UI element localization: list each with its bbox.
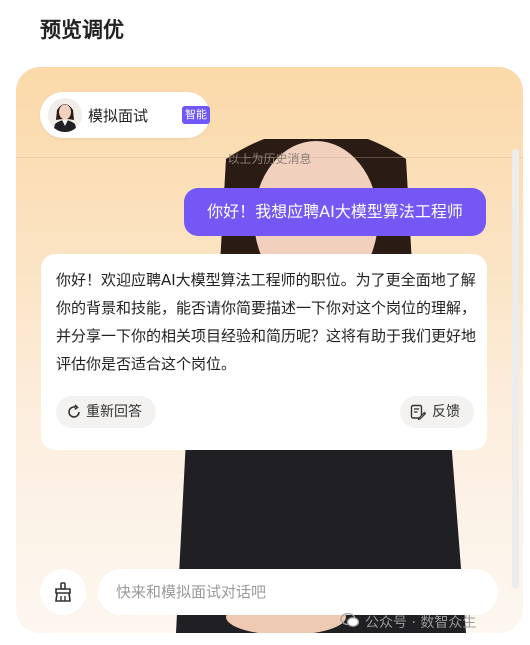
user-message: 你好！我想应聘AI大模型算法工程师	[184, 188, 486, 236]
agent-badge: 智能体	[182, 106, 210, 139]
chat-input[interactable]: 快来和模拟面试对话吧	[98, 569, 498, 615]
chat-scrollbar[interactable]	[512, 149, 519, 589]
brush-icon	[55, 582, 71, 602]
chat-input-placeholder: 快来和模拟面试对话吧	[116, 583, 267, 601]
ai-message-text: 你好！欢迎应聘AI大模型算法工程师的职位。为了更全面地了解你的背景和技能，能否请…	[56, 271, 477, 373]
regenerate-button[interactable]: 重新回答	[56, 396, 156, 428]
preview-panel: 以上为历史消息 模拟面试 智能体 你好！我想应聘AI大模型算法工程师 你好！欢迎…	[16, 67, 523, 633]
feedback-button[interactable]: 反馈	[400, 396, 474, 428]
page-title: 预览调优	[40, 18, 124, 42]
history-label: 以上为历史消息	[227, 152, 312, 166]
interviewer-avatar	[48, 98, 82, 132]
wechat-icon	[340, 612, 360, 627]
refresh-icon	[68, 404, 80, 418]
feedback-icon	[410, 404, 426, 420]
clear-context-button[interactable]	[40, 569, 86, 615]
feedback-label: 反馈	[432, 404, 460, 420]
watermark: 公众号 · 数智众生	[365, 615, 477, 631]
agent-chip[interactable]: 模拟面试 智能体	[40, 92, 210, 139]
agent-name: 模拟面试	[88, 107, 149, 125]
regenerate-label: 重新回答	[86, 404, 142, 420]
ai-message: 你好！欢迎应聘AI大模型算法工程师的职位。为了更全面地了解你的背景和技能，能否请…	[41, 254, 487, 450]
